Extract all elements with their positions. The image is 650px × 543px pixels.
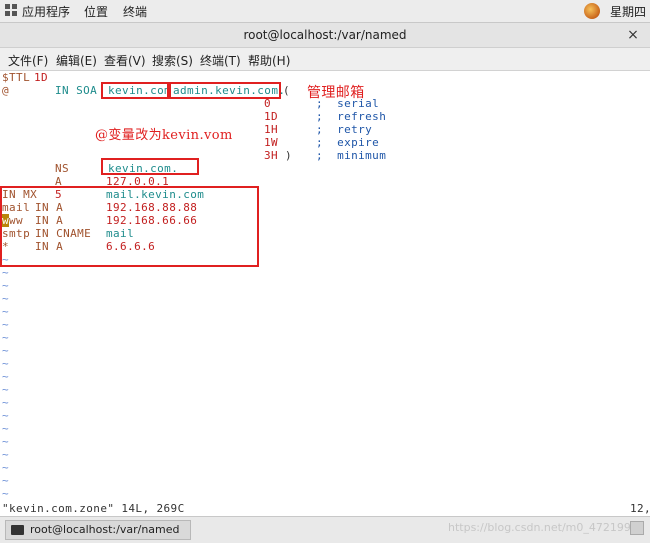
ttl-keyword: $TTL — [2, 71, 31, 84]
expire-value: 1W — [264, 136, 279, 149]
taskbar-window-button[interactable]: root@localhost:/var/named — [5, 520, 191, 540]
expire-comment: ; expire — [316, 136, 380, 149]
menubar: 文件(F) 编辑(E) 查看(V) 搜索(S) 终端(T) 帮助(H) — [0, 48, 650, 71]
terminal-menu[interactable]: 终端 — [123, 3, 147, 20]
workspace-switcher[interactable] — [630, 521, 644, 535]
tilde-line: ~ — [2, 266, 10, 279]
soa-origin: @ — [2, 84, 10, 97]
soa-paren: ( — [283, 84, 291, 97]
tilde-line: ~ — [2, 396, 10, 409]
terminal-area[interactable]: $TTL 1D @ IN SOA kevin.com admin.kevin.c… — [0, 71, 650, 515]
taskbar-window-label: root@localhost:/var/named — [30, 523, 180, 536]
tilde-line: ~ — [2, 292, 10, 305]
menu-view[interactable]: 查看(V) — [104, 52, 146, 69]
applications-menu[interactable]: 应用程序 — [22, 3, 70, 20]
menu-search[interactable]: 搜索(S) — [152, 52, 193, 69]
minimum-paren: ) — [285, 149, 293, 162]
minimum-value: 3H — [264, 149, 279, 162]
tilde-line: ~ — [2, 279, 10, 292]
soa-keyword: IN SOA — [55, 84, 98, 97]
highlight-email-box — [169, 82, 281, 99]
tilde-line: ~ — [2, 435, 10, 448]
menu-file[interactable]: 文件(F) — [8, 52, 48, 69]
annotation-change-note: @变量改为kevin.vom — [95, 128, 233, 143]
retry-comment: ; retry — [316, 123, 373, 136]
menu-help[interactable]: 帮助(H) — [248, 52, 290, 69]
highlight-records-box — [0, 186, 259, 267]
tilde-line: ~ — [2, 331, 10, 344]
window-titlebar[interactable]: root@localhost:/var/named × — [0, 23, 650, 48]
clock[interactable]: 星期四 — [610, 3, 646, 20]
tilde-line: ~ — [2, 370, 10, 383]
menu-edit[interactable]: 编辑(E) — [56, 52, 97, 69]
tilde-line: ~ — [2, 422, 10, 435]
refresh-value: 1D — [264, 110, 279, 123]
close-icon[interactable]: × — [624, 26, 642, 44]
terminal-icon — [11, 525, 24, 535]
status-position: 12, — [630, 502, 650, 515]
places-menu[interactable]: 位置 — [84, 3, 108, 20]
tilde-line: ~ — [2, 448, 10, 461]
highlight-ns-box — [101, 158, 199, 175]
ns-type: NS — [55, 162, 70, 175]
menu-terminal[interactable]: 终端(T) — [200, 52, 241, 69]
tilde-line: ~ — [2, 344, 10, 357]
top-panel: 应用程序 位置 终端 星期四 — [0, 0, 650, 23]
status-file: "kevin.com.zone" 14L, 269C — [2, 502, 185, 515]
applications-icon — [5, 4, 17, 16]
tilde-line: ~ — [2, 318, 10, 331]
watermark: https://blog.csdn.net/m0_47219942 — [448, 521, 645, 534]
highlight-domain-box — [101, 82, 169, 99]
weather-icon[interactable] — [584, 3, 600, 19]
tilde-line: ~ — [2, 409, 10, 422]
ttl-value: 1D — [34, 71, 49, 84]
tilde-line: ~ — [2, 461, 10, 474]
window-title: root@localhost:/var/named — [243, 28, 407, 42]
tilde-line: ~ — [2, 474, 10, 487]
annotation-admin-mailbox: 管理邮箱 — [307, 85, 365, 101]
tilde-line: ~ — [2, 487, 10, 500]
tilde-line: ~ — [2, 305, 10, 318]
tilde-line: ~ — [2, 383, 10, 396]
refresh-comment: ; refresh — [316, 110, 387, 123]
minimum-comment: ; minimum — [316, 149, 387, 162]
tilde-line: ~ — [2, 357, 10, 370]
retry-value: 1H — [264, 123, 279, 136]
